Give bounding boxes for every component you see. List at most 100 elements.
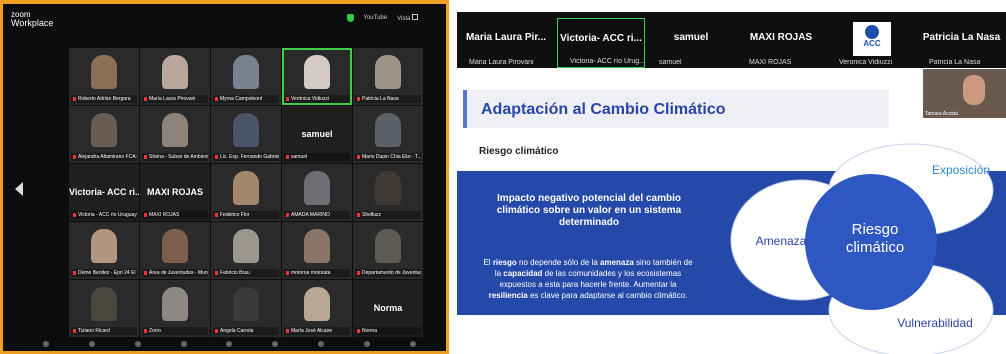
participant-tile[interactable]: Victoria- ACC ri... Victoria - ACC río Ur… xyxy=(69,164,139,221)
meeting-toolbar xyxy=(23,341,436,349)
participant-name-label: Shelluzz xyxy=(355,211,421,219)
participant-name-label: Alejandra Altamirano FCA-U... xyxy=(71,153,137,161)
participant-tile[interactable]: Zorro xyxy=(140,280,210,337)
record-icon[interactable] xyxy=(318,341,325,347)
chat-icon[interactable] xyxy=(226,341,233,347)
participant-tile[interactable]: Departamento de Juventud xyxy=(353,222,423,279)
participant-tile[interactable]: Myrna Campoleoni xyxy=(211,48,281,105)
participant-tile[interactable]: Tiziano Ricard xyxy=(69,280,139,337)
participant-name-label: Área de Juventudes - Munic... xyxy=(142,269,208,277)
mic-icon[interactable] xyxy=(42,341,49,347)
speaker-strip: ACC Maria Laura Pir... Maria Laura Pirova… xyxy=(457,12,1006,68)
youtube-live-indicator[interactable]: YouTube xyxy=(364,15,388,21)
risk-label: Riesgo climático xyxy=(479,146,559,157)
zoom-gallery-window: zoom Workplace YouTube Vista Roberto Adr… xyxy=(0,0,449,354)
body-riesgo: riesgo xyxy=(492,258,517,267)
participant-name-label: Verónica Vidiuzzi xyxy=(284,95,350,103)
participant-name-label: Lic. Esp. Fernando Gabriel F... xyxy=(213,153,279,161)
participant-name-label: motoroa motorata xyxy=(284,269,350,277)
participant-video xyxy=(304,170,330,205)
participant-name-label: Departamento de Juventud xyxy=(355,269,421,277)
participant-tile[interactable]: Mario Dupin Chia Eko - T... xyxy=(353,106,423,163)
venn-riesgo-label-1: Riesgo xyxy=(852,221,899,238)
participant-tile[interactable]: Roberto Adrián Bergara xyxy=(69,48,139,105)
venn-amenaza-label: Amenaza xyxy=(756,234,807,248)
participant-video xyxy=(304,54,330,89)
participant-video xyxy=(162,228,188,263)
strip-participant-tile[interactable]: Veronica Vidiuzzi xyxy=(827,18,915,68)
participant-tile[interactable]: Shelluzz xyxy=(353,164,423,221)
participant-name-label: Fabricio Brau xyxy=(213,269,279,277)
view-button[interactable]: Vista xyxy=(397,14,418,22)
share-icon[interactable] xyxy=(272,341,279,347)
reactions-icon[interactable] xyxy=(364,341,371,347)
strip-participant-display-name: Maria Laura Pir... xyxy=(465,32,547,43)
participant-tile[interactable]: Área de Juventudes - Munic... xyxy=(140,222,210,279)
participant-video xyxy=(162,112,188,147)
participant-tile[interactable]: Deme Benitez - Epri 24 El SO... xyxy=(69,222,139,279)
body-amenaza: amenaza xyxy=(600,258,634,267)
participant-video xyxy=(375,54,401,89)
participant-display-name: Victoria- ACC ri... xyxy=(69,186,139,197)
participant-tile[interactable]: Federico Flor xyxy=(211,164,281,221)
participant-name-label: Deme Benitez - Epri 24 El SO... xyxy=(71,269,137,277)
participant-name-label: Mario Dupin Chia Eko - T... xyxy=(355,153,421,161)
view-label: Vista xyxy=(397,16,411,22)
shield-icon[interactable] xyxy=(346,14,354,22)
zoom-app-name: Workplace xyxy=(11,18,54,28)
participant-tile[interactable]: María Laura Pirovani xyxy=(140,48,210,105)
participant-tile[interactable]: MAXI ROJAS MAXI ROJAS xyxy=(140,164,210,221)
risk-definition-body: El riesgo no depende sólo de la amenaza … xyxy=(483,257,693,301)
strip-participant-tile[interactable]: samuel samuel xyxy=(647,18,735,68)
participant-tile[interactable]: Angela Carrola xyxy=(211,280,281,337)
strip-participant-name: Veronica Vidiuzzi xyxy=(839,59,893,66)
participant-tile[interactable]: María José Alcaire xyxy=(282,280,352,337)
strip-participant-tile[interactable]: MAXI ROJAS MAXI ROJAS xyxy=(737,18,825,68)
shared-screen-window: ACC Maria Laura Pir... Maria Laura Pirova… xyxy=(457,12,1006,354)
zoom-logo: zoom Workplace xyxy=(11,10,53,28)
participant-name-label: María José Alcaire xyxy=(284,327,350,335)
participant-video xyxy=(233,228,259,263)
participant-name-label: María Laura Pirovani xyxy=(142,95,208,103)
participant-tile[interactable]: Silvina - Subse de Ambient... xyxy=(140,106,210,163)
risk-venn-diagram: Exposición Amenaza Riesgo climático Vuln… xyxy=(730,143,994,354)
strip-participant-display-name: MAXI ROJAS xyxy=(749,32,813,43)
more-icon[interactable] xyxy=(409,341,416,347)
body-resiliencia: resiliencia xyxy=(488,291,528,300)
strip-participant-tile[interactable]: Victoria- ACC ri... Victoria- ACC río Uru… xyxy=(557,18,645,68)
body-capacidad: capacidad xyxy=(503,269,543,278)
body-text-2: no depende sólo de la xyxy=(516,258,601,267)
previous-page-arrow-icon[interactable] xyxy=(15,182,23,196)
venn-vulnerabilidad-label: Vulnerabilidad xyxy=(897,316,973,330)
participant-name-label: Tiziano Ricard xyxy=(71,327,137,335)
strip-participant-tile[interactable]: Maria Laura Pir... Maria Laura Pirovani xyxy=(457,18,555,68)
strip-participant-display-name: Patricia La Nasa xyxy=(922,32,1001,43)
participant-video xyxy=(91,54,117,89)
participants-icon[interactable] xyxy=(180,341,187,347)
participant-video xyxy=(304,286,330,321)
participant-tile[interactable]: Alejandra Altamirano FCA-U... xyxy=(69,106,139,163)
participant-tile[interactable]: Fabricio Brau xyxy=(211,222,281,279)
participant-name-label: Norma xyxy=(355,327,421,335)
participant-tile[interactable]: Patricia La Nasa xyxy=(353,48,423,105)
security-icon[interactable] xyxy=(134,341,141,347)
participant-tile[interactable]: Lic. Esp. Fernando Gabriel F... xyxy=(211,106,281,163)
participant-tile[interactable]: AMADA MARINO xyxy=(282,164,352,221)
grid-icon xyxy=(412,14,418,20)
participant-display-name: MAXI ROJAS xyxy=(146,186,203,197)
participant-name-label: Angela Carrola xyxy=(213,327,279,335)
body-text-1: El xyxy=(483,258,493,267)
participant-tile[interactable]: Verónica Vidiuzzi xyxy=(282,48,352,105)
presenter-video[interactable]: Tamara Acosta xyxy=(923,69,1006,118)
slide-title-bar: Adaptación al Cambio Climático xyxy=(463,90,889,128)
video-icon[interactable] xyxy=(88,341,95,347)
participant-tile[interactable]: Norma Norma xyxy=(353,280,423,337)
participant-video xyxy=(375,228,401,263)
participant-display-name: samuel xyxy=(301,128,333,139)
participant-tile[interactable]: samuel samuel xyxy=(282,106,352,163)
strip-participant-name: samuel xyxy=(659,59,682,66)
strip-participant-tile[interactable]: Patricia La Nasa Patricia La Nasa xyxy=(917,18,1006,68)
presenter-name: Tamara Acosta xyxy=(925,111,959,117)
participant-tile[interactable]: motoroa motorata xyxy=(282,222,352,279)
participant-video xyxy=(162,54,188,89)
